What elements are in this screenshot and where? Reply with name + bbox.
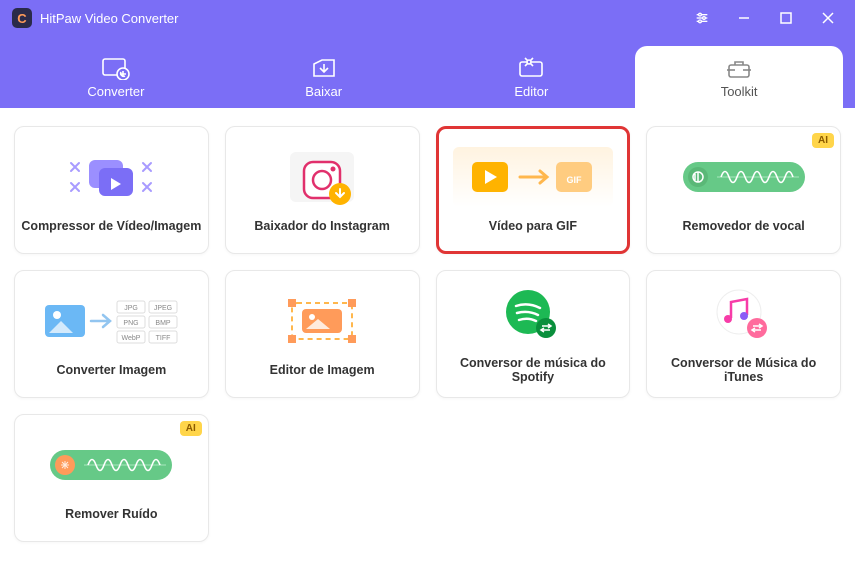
vocal-icon [664,147,824,207]
ai-badge: AI [180,421,202,436]
card-edit-image[interactable]: Editor de Imagem [225,270,420,398]
tab-converter[interactable]: Converter [12,46,220,108]
svg-text:GIF: GIF [566,175,582,185]
instagram-icon [242,147,402,207]
card-title: Vídeo para GIF [483,219,583,233]
edit-image-icon [242,291,402,351]
app-title: HitPaw Video Converter [40,11,693,26]
card-title: Remover Ruído [59,507,163,521]
card-title: Removedor de vocal [676,219,810,233]
svg-text:JPG: JPG [125,305,139,312]
tab-baixar[interactable]: Baixar [220,46,428,108]
card-title: Conversor de música do Spotify [437,356,630,384]
close-icon[interactable] [819,9,837,27]
toolkit-grid: Compressor de Vídeo/Imagem Baixador do I… [14,126,841,542]
tab-toolkit[interactable]: Toolkit [635,46,843,108]
main-tabs: Converter Baixar Editor Toolkit [0,36,855,108]
itunes-icon [664,284,824,344]
toolkit-content: Compressor de Vídeo/Imagem Baixador do I… [0,108,855,560]
tab-label: Baixar [305,84,342,99]
card-spotify[interactable]: Conversor de música do Spotify [436,270,631,398]
card-noise-remover[interactable]: AI Remover Ruído [14,414,209,542]
card-title: Conversor de Música do iTunes [647,356,840,384]
minimize-icon[interactable] [735,9,753,27]
spotify-icon [453,284,613,344]
ai-badge: AI [812,133,834,148]
toolkit-icon [725,56,753,80]
download-icon [310,56,338,80]
convert-image-icon: JPG JPEG PNG BMP WebP TIFF [31,291,191,351]
tab-label: Converter [87,84,144,99]
card-instagram[interactable]: Baixador do Instagram [225,126,420,254]
card-title: Editor de Imagem [264,363,381,377]
tab-label: Editor [514,84,548,99]
card-title: Compressor de Vídeo/Imagem [15,219,207,233]
svg-text:JPEG: JPEG [154,305,172,312]
svg-text:TIFF: TIFF [156,335,171,342]
converter-icon [101,56,131,80]
card-convert-image[interactable]: JPG JPEG PNG BMP WebP TIFF Converter Ima… [14,270,209,398]
tab-label: Toolkit [721,84,758,99]
svg-text:BMP: BMP [156,320,172,327]
card-title: Converter Imagem [50,363,172,377]
card-title: Baixador do Instagram [248,219,395,233]
card-vocal-remover[interactable]: AI Removedor de vocal [646,126,841,254]
window-controls [693,9,843,27]
settings-icon[interactable] [693,9,711,27]
tab-editor[interactable]: Editor [428,46,636,108]
video-gif-icon: GIF [453,147,613,207]
noise-icon [31,435,191,495]
app-logo: C [12,8,32,28]
svg-text:PNG: PNG [124,320,139,327]
svg-text:WebP: WebP [122,335,141,342]
card-itunes[interactable]: Conversor de Música do iTunes [646,270,841,398]
titlebar: C HitPaw Video Converter [0,0,855,36]
card-video-gif[interactable]: GIF Vídeo para GIF [436,126,631,254]
editor-icon [517,56,545,80]
compressor-icon [31,147,191,207]
card-compressor[interactable]: Compressor de Vídeo/Imagem [14,126,209,254]
maximize-icon[interactable] [777,9,795,27]
